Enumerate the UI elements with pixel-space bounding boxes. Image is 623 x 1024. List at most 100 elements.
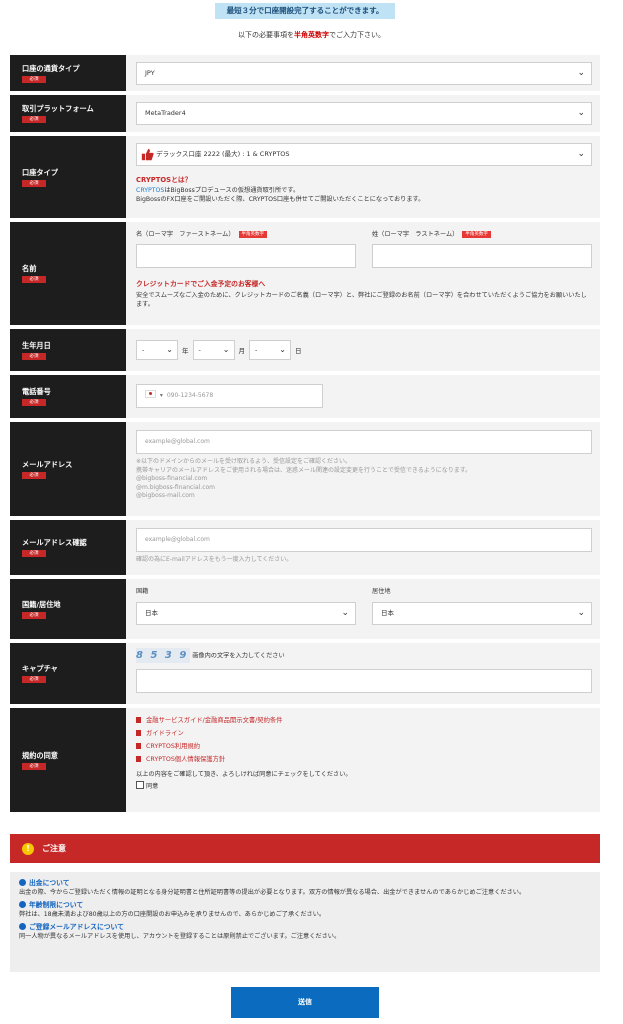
account-type-select[interactable]: デラックス口座 2222 (最大) : 1 & CRYPTOS ⌄ — [136, 143, 592, 166]
chevron-down-icon: ⌄ — [341, 608, 349, 618]
currency-select[interactable]: JPY ⌄ — [136, 62, 592, 85]
label-cell: メールアドレス確認 必須 — [10, 520, 126, 575]
required-badge: 必須 — [22, 116, 46, 123]
captcha-input[interactable] — [136, 669, 592, 693]
field-cell: example@global.com 確認の為にE-mailアドレスをもう一度入… — [126, 520, 600, 575]
field-label: 国籍/居住地 — [22, 599, 61, 609]
chevron-down-icon: ⌄ — [577, 108, 585, 118]
terms-confirm-text: 以上の内容をご確認して頂き、よろしければ同意にチェックをしてください。 — [136, 771, 352, 778]
form-instructions: 以下の必要事項を半角英数字でご入力下さい。 — [0, 30, 623, 40]
field-cell: デラックス口座 2222 (最大) : 1 & CRYPTOS ⌄ CRYPTO… — [126, 136, 600, 218]
notice-header: ! ご注意 — [10, 834, 600, 863]
promo-banner: 最短３分で口座開設完了することができます。 — [215, 3, 395, 19]
birth-month-select[interactable]: - ⌄ — [192, 340, 235, 360]
nationality-group: 国籍 日本 ⌄ — [136, 587, 356, 625]
email-note: ※以下のドメインからのメールを受け取れるよう、受信設定をご確認ください。 携帯キ… — [136, 458, 472, 499]
required-badge: 必須 — [22, 762, 46, 770]
field-label: メールアドレス確認 — [22, 538, 87, 547]
required-badge: 必須 — [22, 276, 46, 283]
instructions-before: 以下の必要事項を — [238, 31, 294, 39]
chevron-down-icon: ⌄ — [577, 149, 585, 159]
label-cell: 口座タイプ 必須 — [10, 136, 126, 218]
nationality-label: 国籍 — [136, 588, 149, 595]
required-badge: 必須 — [22, 471, 46, 479]
nationality-select[interactable]: 日本 ⌄ — [136, 602, 356, 625]
last-name-group: 姓（ローマ字 ラストネーム） 半角英数字 — [372, 230, 592, 268]
required-badge: 必須 — [22, 550, 46, 557]
bullet-icon — [19, 901, 26, 908]
document-icon — [136, 717, 141, 723]
notice-heading-2: 年齢制限について — [19, 900, 591, 910]
field-cell: JPY ⌄ — [126, 55, 600, 91]
birth-year-select[interactable]: - ⌄ — [136, 340, 178, 360]
label-cell: 名前 必須 — [10, 222, 126, 325]
email-confirm-input[interactable]: example@global.com — [136, 528, 592, 552]
field-label: 名前 — [22, 264, 37, 273]
row-name: 名前 必須 名（ローマ字 ファーストネーム） 半角英数字 姓（ローマ字 ラストネー… — [10, 222, 600, 325]
field-cell: 国籍 日本 ⌄ 居住地 日本 ⌄ — [126, 579, 600, 639]
field-cell: example@global.com ※以下のドメインからのメールを受け取れるよ… — [126, 422, 600, 516]
name-fields: 名（ローマ字 ファーストネーム） 半角英数字 姓（ローマ字 ラストネーム） 半角英数… — [136, 230, 592, 268]
last-name-input[interactable] — [372, 244, 592, 268]
terms-link-3[interactable]: CRYPTOS利用規約 — [136, 740, 592, 753]
phone-input[interactable]: ▾ 090-1234-5678 — [136, 384, 323, 408]
first-name-label: 名（ローマ字 ファーストネーム） 半角英数字 — [136, 230, 356, 239]
field-cell: MetaTrader4 ⌄ — [126, 95, 600, 132]
field-label: メールアドレス — [22, 459, 73, 469]
platform-select[interactable]: MetaTrader4 ⌄ — [136, 102, 592, 125]
chevron-down-icon: ⌄ — [222, 345, 230, 354]
day-unit: 日 — [295, 347, 302, 355]
required-badge: 必須 — [22, 179, 46, 187]
card-notice-title: クレジットカードでご入金予定のお客様へ — [136, 280, 266, 288]
birth-day-select[interactable]: - ⌄ — [249, 340, 291, 360]
label-cell: 生年月日 必須 — [10, 329, 126, 371]
field-label: 取引プラットフォーム — [22, 104, 94, 113]
required-badge: 必須 — [22, 75, 46, 83]
email-input[interactable]: example@global.com — [136, 430, 592, 454]
captcha-line: 8 5 3 9 画像内の文字を入力してください — [136, 648, 592, 663]
row-phone: 電話番号 必須 ▾ 090-1234-5678 — [10, 375, 600, 418]
residence-label: 居住地 — [372, 588, 391, 595]
notice-text-1: 出金の際、今からご登録いただく情報の証明となる身分証明書と住所証明書等の提出が必… — [19, 889, 526, 896]
submit-button[interactable]: 送信 — [231, 987, 379, 1018]
row-email: メールアドレス 必須 example@global.com ※以下のドメインから… — [10, 422, 600, 516]
card-notice-text: 安全でスムーズなご入金のために、クレジットカードのご名義（ローマ字）と、弊社にご… — [136, 292, 587, 308]
row-birthday: 生年月日 必須 - ⌄ 年 - ⌄ 月 - ⌄ 日 — [10, 329, 600, 371]
notice-title: ご注意 — [42, 844, 66, 853]
document-icon — [136, 756, 141, 762]
exclamation-icon: ! — [22, 842, 34, 855]
instructions-after: でご入力下さい。 — [329, 31, 385, 39]
label-cell: キャプチャ 必須 — [10, 643, 126, 704]
crypto-link[interactable]: CRYPTOS — [136, 187, 164, 194]
country-fields: 国籍 日本 ⌄ 居住地 日本 ⌄ — [136, 587, 592, 625]
last-name-label: 姓（ローマ字 ラストネーム） 半角英数字 — [372, 230, 592, 239]
terms-link-1[interactable]: 金融サービスガイド/金融商品開示文書/契約条件 — [136, 714, 592, 727]
crypto-desc-2: BigBossのFX口座をご開設いただく際、CRYPTOS口座も併せてご開設いた… — [136, 196, 425, 203]
field-label: キャプチャ — [22, 664, 58, 673]
agree-checkbox-row[interactable]: 同意 — [136, 781, 592, 791]
field-cell: 金融サービスガイド/金融商品開示文書/契約条件 ガイドライン CRYPTOS利用… — [126, 708, 600, 812]
row-country: 国籍/居住地 必須 国籍 日本 ⌄ 居住地 日本 ⌄ — [10, 579, 600, 639]
notice-text-2: 弊社は、18歳未満および80歳以上の方の口座開設のお申込みを承りませんので、あら… — [19, 911, 326, 918]
account-type-value: デラックス口座 2222 (最大) : 1 & CRYPTOS — [156, 150, 290, 158]
notice-heading-1: 出金について — [19, 878, 591, 888]
chevron-down-icon: ⌄ — [577, 68, 585, 78]
terms-link-2[interactable]: ガイドライン — [136, 727, 592, 740]
field-label: 口座タイプ — [22, 167, 58, 177]
row-currency: 口座の通貨タイプ 必須 JPY ⌄ — [10, 55, 600, 91]
row-terms: 規約の同意 必須 金融サービスガイド/金融商品開示文書/契約条件 ガイドライン … — [10, 708, 600, 812]
bullet-icon — [19, 879, 26, 886]
notice-body: 出金について 出金の際、今からご登録いただく情報の証明となる身分証明書と住所証明… — [10, 872, 600, 972]
japan-flag-icon[interactable] — [145, 390, 156, 398]
month-unit: 月 — [238, 347, 246, 355]
residence-select[interactable]: 日本 ⌄ — [372, 602, 592, 625]
agree-checkbox[interactable] — [136, 781, 144, 789]
field-label: 電話番号 — [22, 387, 51, 396]
first-name-input[interactable] — [136, 244, 356, 268]
currency-value: JPY — [145, 69, 155, 77]
required-badge: 必須 — [22, 352, 46, 360]
field-cell: - ⌄ 年 - ⌄ 月 - ⌄ 日 — [126, 329, 600, 371]
field-label: 規約の同意 — [22, 750, 58, 760]
terms-link-4[interactable]: CRYPTOS個人情報保護方針 — [136, 753, 592, 766]
chevron-down-icon: ⌄ — [577, 608, 585, 618]
